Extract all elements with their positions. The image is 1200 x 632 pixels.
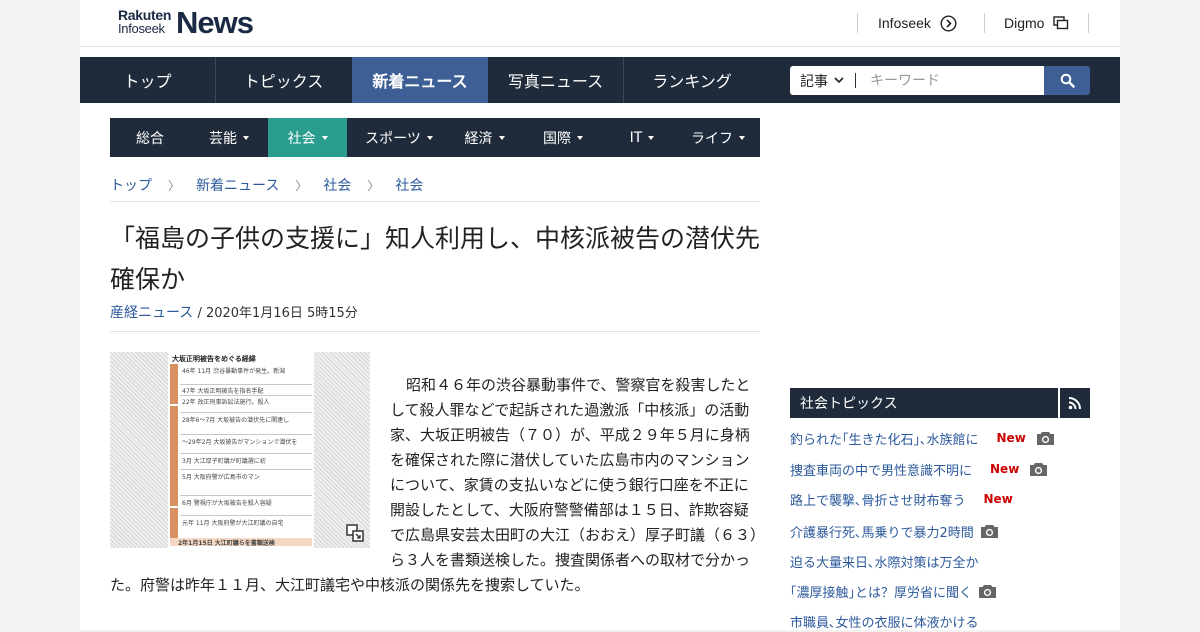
article-title: 「福島の子供の支援に」知人利用し、中核派被告の潜伏先確保か (110, 224, 761, 294)
search-icon (1060, 73, 1075, 88)
dropdown-arrow-icon (739, 135, 745, 140)
header-divider (984, 13, 985, 33)
category-it[interactable]: IT (608, 118, 676, 157)
topic-item[interactable]: 介護暴行死､馬乗りで暴力2時間 (790, 520, 999, 542)
header-rule (80, 46, 1120, 47)
category-label: ライフ (691, 130, 733, 147)
rss-icon (1068, 396, 1082, 410)
digmo-link[interactable]: Digmo (1004, 12, 1069, 34)
logo-infoseek: Infoseek (118, 21, 165, 36)
main-nav-ranking[interactable]: ランキング (624, 57, 760, 103)
camera-icon (978, 584, 997, 599)
main-nav-label: トップ (123, 72, 172, 91)
breadcrumb-latest-news[interactable]: 新着ニュース (196, 175, 279, 195)
topic-item[interactable]: 市職員､女性の衣服に体液かける (790, 610, 979, 632)
camera-icon (1036, 431, 1055, 446)
breadcrumb-separator-icon: 〉 (168, 178, 181, 193)
main-nav: トップ トピックス 新着ニュース 写真ニュース ランキング 記事 (80, 57, 1120, 103)
logo-news: News (176, 5, 254, 40)
topic-item[interactable]: 迫る大量来日､水際対策は万全か (790, 550, 979, 572)
category-sports[interactable]: スポーツ (347, 118, 451, 157)
digmo-link-label: Digmo (1004, 15, 1045, 31)
category-life[interactable]: ライフ (676, 118, 760, 157)
breadcrumb-separator-icon: 〉 (367, 178, 380, 193)
windows-icon (1053, 16, 1069, 30)
article-byline: 産経ニュース / 2020年1月16日 5時15分 (110, 302, 358, 322)
search-input[interactable] (856, 66, 1044, 95)
category-label: 経済 (464, 130, 493, 147)
search-category-value: 記事 (800, 73, 828, 90)
header-divider (857, 13, 858, 33)
topic-title[interactable]: 路上で襲撃､骨折させ財布奪う (790, 490, 966, 509)
byline-rule (110, 331, 760, 332)
infoseek-link[interactable]: Infoseek (878, 12, 957, 34)
category-nav: 総合 芸能 社会 スポーツ 経済 国際 IT ライフ (110, 118, 760, 157)
breadcrumb-rule (110, 201, 760, 202)
dropdown-arrow-icon (426, 135, 433, 140)
topic-item[interactable]: 釣られた｢生きた化石｣､水族館に New (790, 427, 1055, 449)
main-nav-label: 新着ニュース (372, 72, 468, 91)
category-label: 国際 (543, 130, 571, 147)
article-source-link[interactable]: 産経ニュース (110, 305, 193, 321)
topic-title[interactable]: 介護暴行死､馬乗りで暴力2時間 (790, 522, 974, 541)
category-general[interactable]: 総合 (110, 118, 190, 157)
category-label: IT (629, 129, 643, 146)
breadcrumb-society-sub[interactable]: 社会 (395, 175, 423, 195)
category-label: スポーツ (365, 130, 421, 147)
search-category-select[interactable]: 記事 (790, 66, 856, 95)
search-button[interactable] (1044, 66, 1090, 95)
category-label: 総合 (136, 130, 164, 147)
main-nav-latest-news[interactable]: 新着ニュース (352, 57, 488, 103)
main-nav-label: ランキング (652, 72, 732, 91)
chevron-down-icon (834, 77, 844, 84)
breadcrumb: トップ 〉 新着ニュース 〉 社会 〉 社会 (110, 175, 423, 195)
sidebar-heading-label: 社会トピックス (800, 396, 898, 412)
breadcrumb-society[interactable]: 社会 (323, 175, 351, 195)
dropdown-arrow-icon (577, 135, 583, 140)
category-label: 社会 (287, 130, 316, 147)
camera-icon (980, 524, 999, 539)
topic-title[interactable]: ｢濃厚接触｣とは？厚労省に聞く (790, 582, 972, 601)
topic-item[interactable]: ｢濃厚接触｣とは？厚労省に聞く (790, 580, 997, 602)
dropdown-arrow-icon (243, 135, 249, 140)
logo-small-text: Rakuten Infoseek (118, 8, 171, 36)
topic-title[interactable]: 市職員､女性の衣服に体液かける (790, 612, 979, 631)
article-body-container: 昭和４６年の渋谷暴動事件で、警察官を殺害したとして殺人罪などで起訴された過激派「… (110, 373, 760, 598)
arrow-circle-icon (940, 14, 957, 32)
dropdown-arrow-icon (498, 135, 505, 140)
rss-button[interactable] (1060, 388, 1090, 418)
topic-item[interactable]: 路上で襲撃､骨折させ財布奪う New (790, 488, 1013, 510)
breadcrumb-separator-icon: 〉 (295, 178, 308, 193)
category-international[interactable]: 国際 (518, 118, 608, 157)
main-nav-label: 写真ニュース (507, 72, 604, 91)
topic-item[interactable]: 捜査車両の中で男性意識不明に New (790, 458, 1048, 480)
new-badge: New (990, 462, 1020, 476)
topic-title[interactable]: 釣られた｢生きた化石｣､水族館に (790, 429, 979, 448)
search-box: 記事 (790, 66, 1090, 95)
category-entertainment[interactable]: 芸能 (190, 118, 268, 157)
main-nav-photo-news[interactable]: 写真ニュース (488, 57, 623, 103)
category-label: 芸能 (209, 130, 237, 147)
breadcrumb-top[interactable]: トップ (110, 175, 152, 195)
topic-title[interactable]: 迫る大量来日､水際対策は万全か (790, 552, 979, 571)
category-society[interactable]: 社会 (268, 118, 347, 157)
dropdown-arrow-icon (648, 135, 655, 140)
dropdown-arrow-icon (321, 135, 328, 140)
page: Rakuten Infoseek News Infoseek Digmo トップ… (80, 0, 1120, 632)
new-badge: New (983, 492, 1013, 506)
main-nav-topics[interactable]: トピックス (216, 57, 351, 103)
infoseek-link-label: Infoseek (878, 15, 931, 31)
society-topics-heading: 社会トピックス (790, 388, 1058, 418)
new-badge: New (996, 431, 1026, 445)
topic-title[interactable]: 捜査車両の中で男性意識不明に (790, 460, 972, 479)
main-nav-label: トピックス (243, 72, 324, 91)
article-date: / 2020年1月16日 5時15分 (193, 306, 358, 321)
photo-spacer (110, 373, 390, 553)
camera-icon (1029, 462, 1048, 477)
figure-title: 大坂正明被告をめぐる経緯 (172, 355, 256, 363)
main-nav-top[interactable]: トップ (80, 57, 215, 103)
header-divider (1088, 13, 1089, 33)
category-economy[interactable]: 経済 (451, 118, 518, 157)
